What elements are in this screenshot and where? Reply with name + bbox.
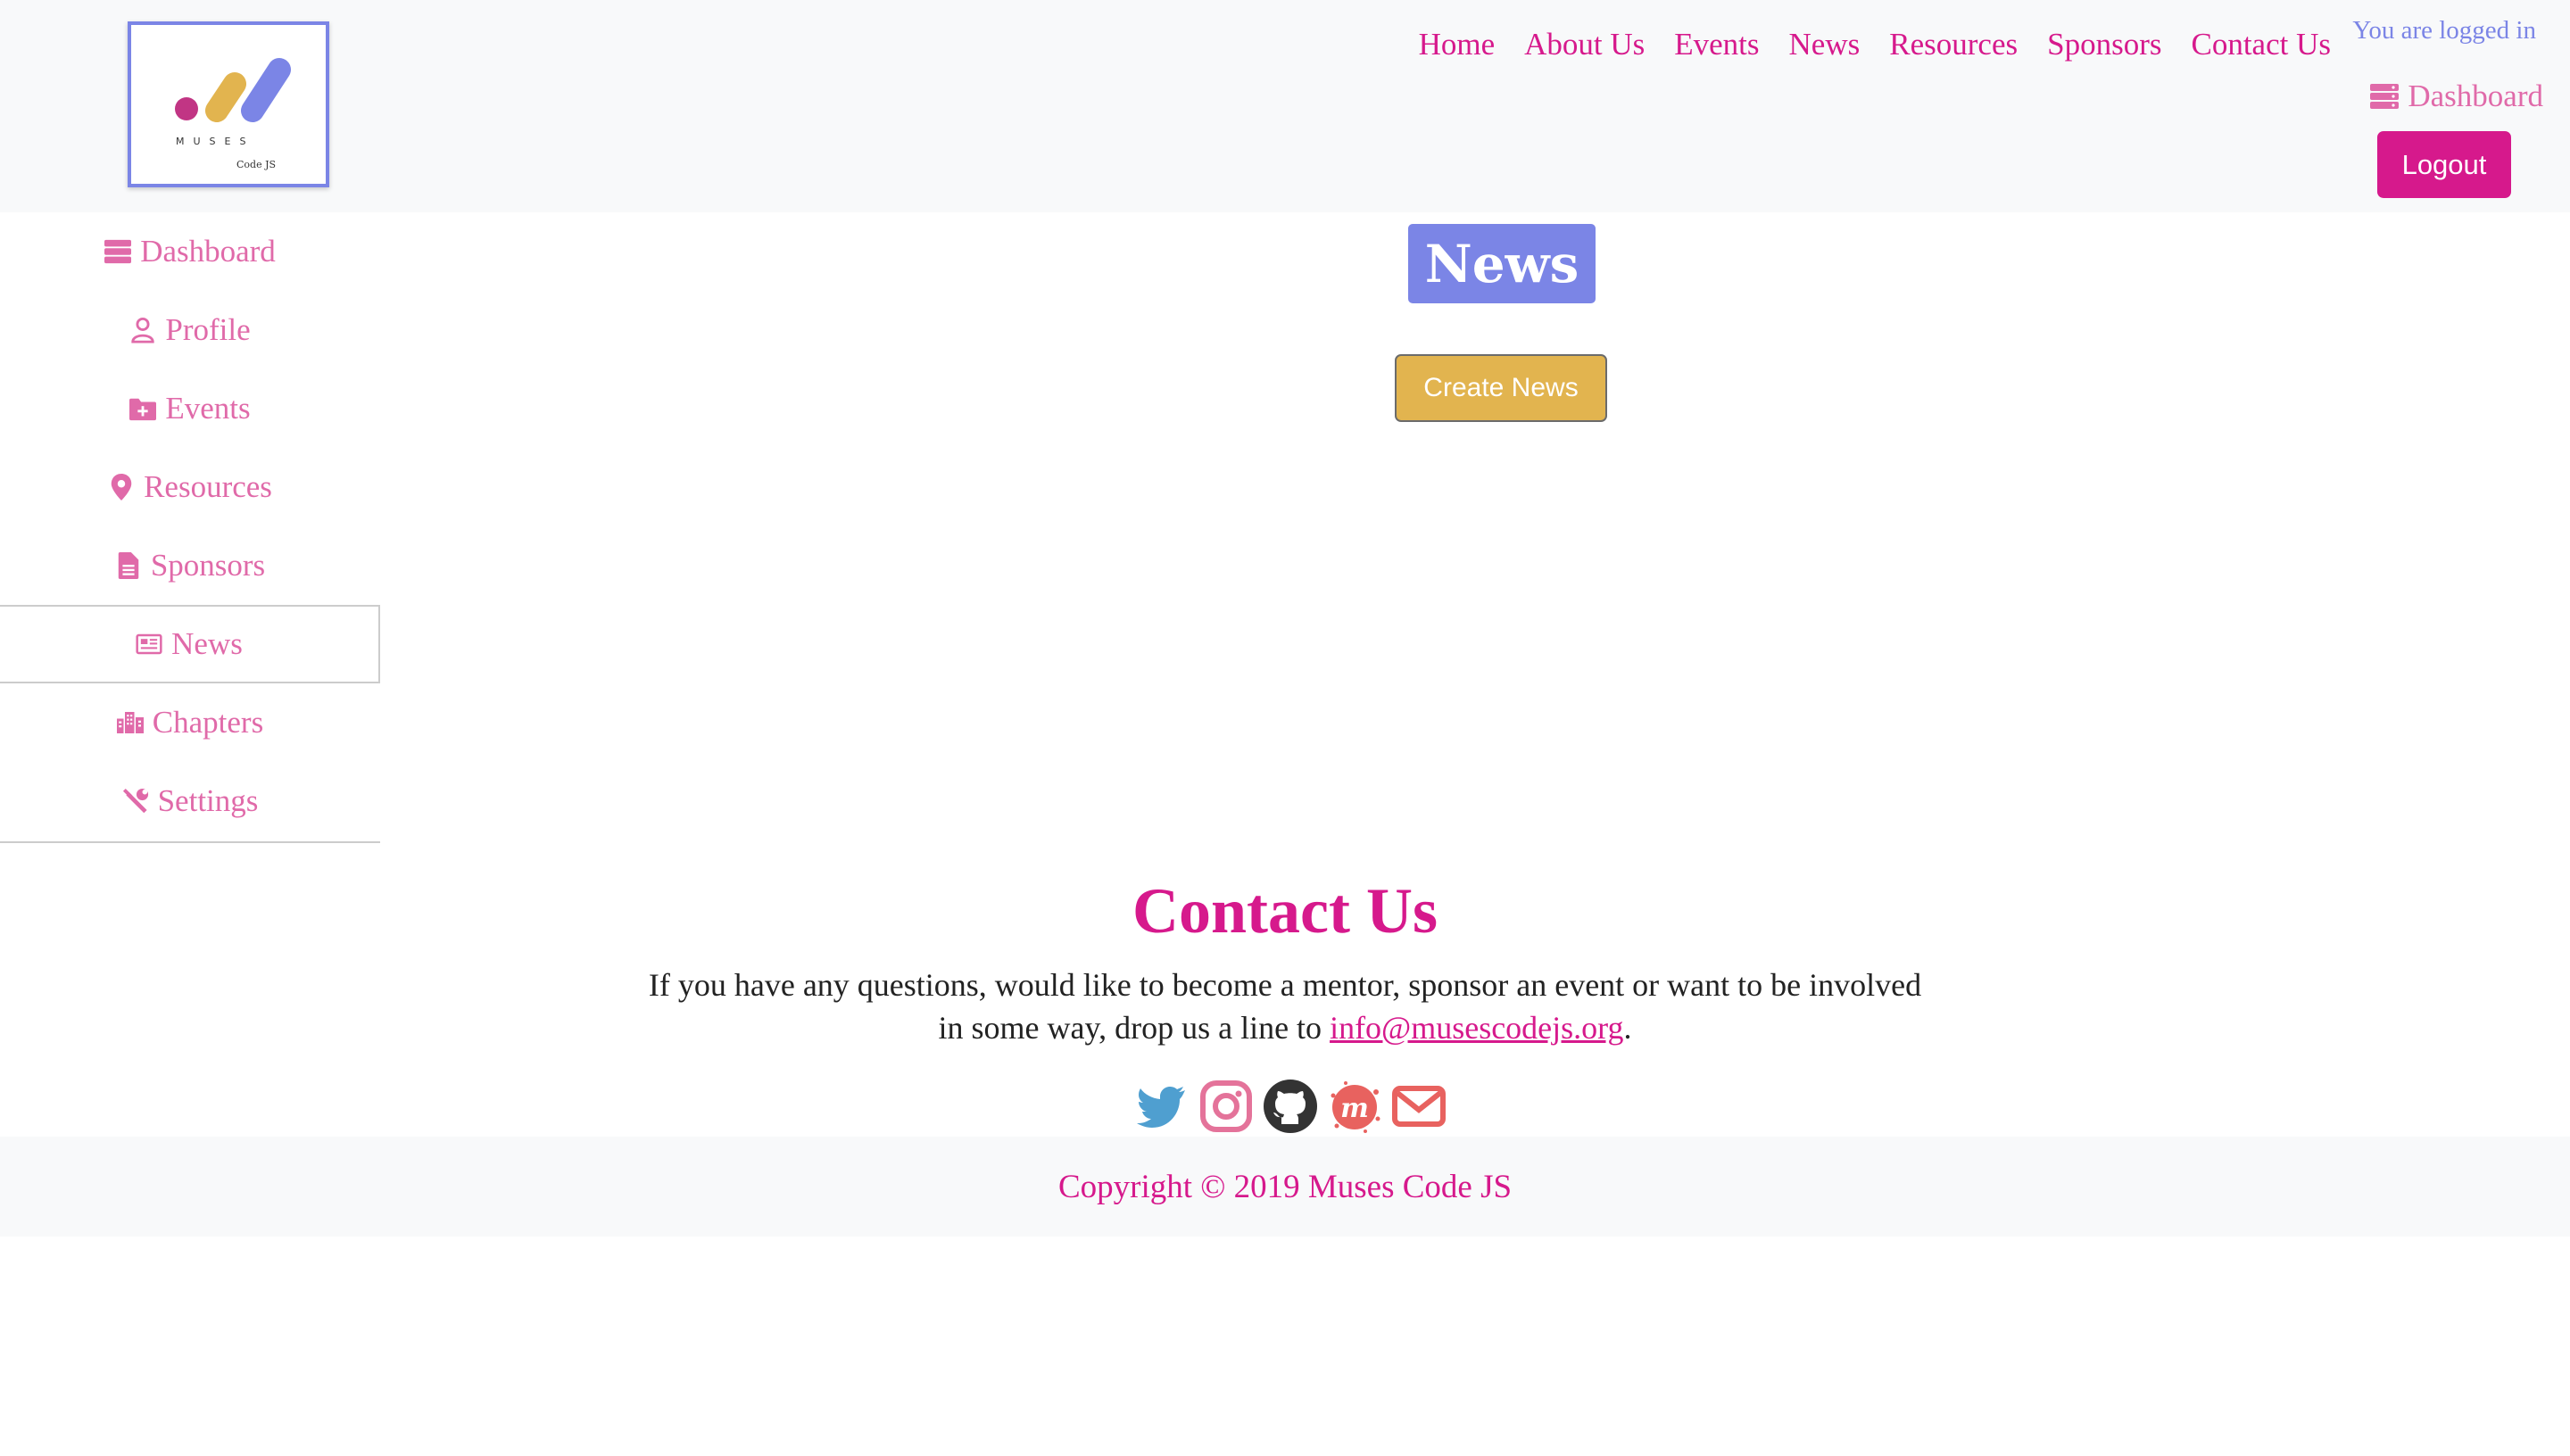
nav-about-us[interactable]: About Us <box>1524 27 1645 62</box>
map-marker-icon <box>111 474 132 500</box>
sidebar-item-label: Resources <box>144 469 272 504</box>
nav-resources[interactable]: Resources <box>1889 27 2018 62</box>
logo-subtext: Code JS <box>236 159 276 170</box>
sidebar-item-dashboard[interactable]: Dashboard <box>0 212 380 291</box>
copyright-text: Copyright © 2019 Muses Code JS <box>1057 1168 1513 1205</box>
sidebar-item-label: Dashboard <box>140 234 276 269</box>
newspaper-icon <box>136 633 162 655</box>
nav-sponsors[interactable]: Sponsors <box>2047 27 2161 62</box>
server-icon <box>2370 84 2400 109</box>
sidebar-item-profile[interactable]: Profile <box>0 291 380 369</box>
top-nav: Home About Us Events News Resources Spon… <box>1419 27 2331 62</box>
sidebar-item-label: Settings <box>157 783 259 818</box>
nav-contact-us[interactable]: Contact Us <box>2191 27 2331 62</box>
contact-email-link[interactable]: info@musescodejs.org <box>1330 1010 1623 1046</box>
footer: Copyright © 2019 Muses Code JS <box>0 1137 2570 1237</box>
sidebar-item-label: Profile <box>165 312 251 347</box>
svg-text:m: m <box>1340 1093 1369 1124</box>
sidebar-item-resources[interactable]: Resources <box>0 448 380 526</box>
twitter-icon[interactable] <box>1133 1078 1190 1135</box>
header: MUSES Code JS Home About Us Events News … <box>0 0 2570 212</box>
envelope-icon[interactable] <box>1390 1078 1447 1135</box>
sidebar-item-label: Chapters <box>152 705 264 740</box>
user-icon <box>131 317 155 343</box>
sidebar-item-news[interactable]: News <box>0 605 380 683</box>
social-links: m <box>1133 1078 1447 1135</box>
nav-events[interactable]: Events <box>1674 27 1759 62</box>
sidebar-item-settings[interactable]: Settings <box>0 762 380 840</box>
sidebar-item-label: News <box>171 626 243 661</box>
logout-button[interactable]: Logout <box>2377 131 2511 198</box>
page-title: News <box>1408 224 1596 303</box>
logo-graphic: MUSES Code JS <box>175 58 291 170</box>
header-dashboard-label: Dashboard <box>2408 79 2543 113</box>
sidebar-item-label: Events <box>165 391 251 426</box>
sidebar-item-sponsors[interactable]: Sponsors <box>0 526 380 605</box>
header-dashboard-link[interactable]: Dashboard <box>2370 79 2543 114</box>
login-status: You are logged in <box>2352 16 2536 45</box>
sidebar-item-label: Sponsors <box>150 548 266 583</box>
sidebar-item-events[interactable]: Events <box>0 369 380 448</box>
server-icon <box>104 239 132 264</box>
contact-text-end: . <box>1623 1010 1632 1046</box>
instagram-icon[interactable] <box>1198 1078 1255 1135</box>
contact-title: Contact Us <box>1132 875 1438 947</box>
sidebar-item-chapters[interactable]: Chapters <box>0 683 380 762</box>
sidebar: Dashboard Profile Events Resources Spons… <box>0 212 380 843</box>
nav-news[interactable]: News <box>1789 27 1861 62</box>
meetup-icon[interactable]: m <box>1326 1078 1383 1135</box>
create-news-button[interactable]: Create News <box>1395 354 1607 422</box>
contact-text-body: If you have any questions, would like to… <box>648 967 1922 1046</box>
tools-icon <box>122 788 148 814</box>
file-icon <box>118 552 139 579</box>
github-icon[interactable] <box>1262 1078 1319 1135</box>
contact-text: If you have any questions, would like to… <box>642 964 1928 1049</box>
logo[interactable]: MUSES Code JS <box>128 21 329 187</box>
nav-home[interactable]: Home <box>1419 27 1496 62</box>
folder-plus-icon <box>129 398 157 421</box>
city-icon <box>116 712 144 733</box>
logo-text: MUSES <box>176 136 254 147</box>
